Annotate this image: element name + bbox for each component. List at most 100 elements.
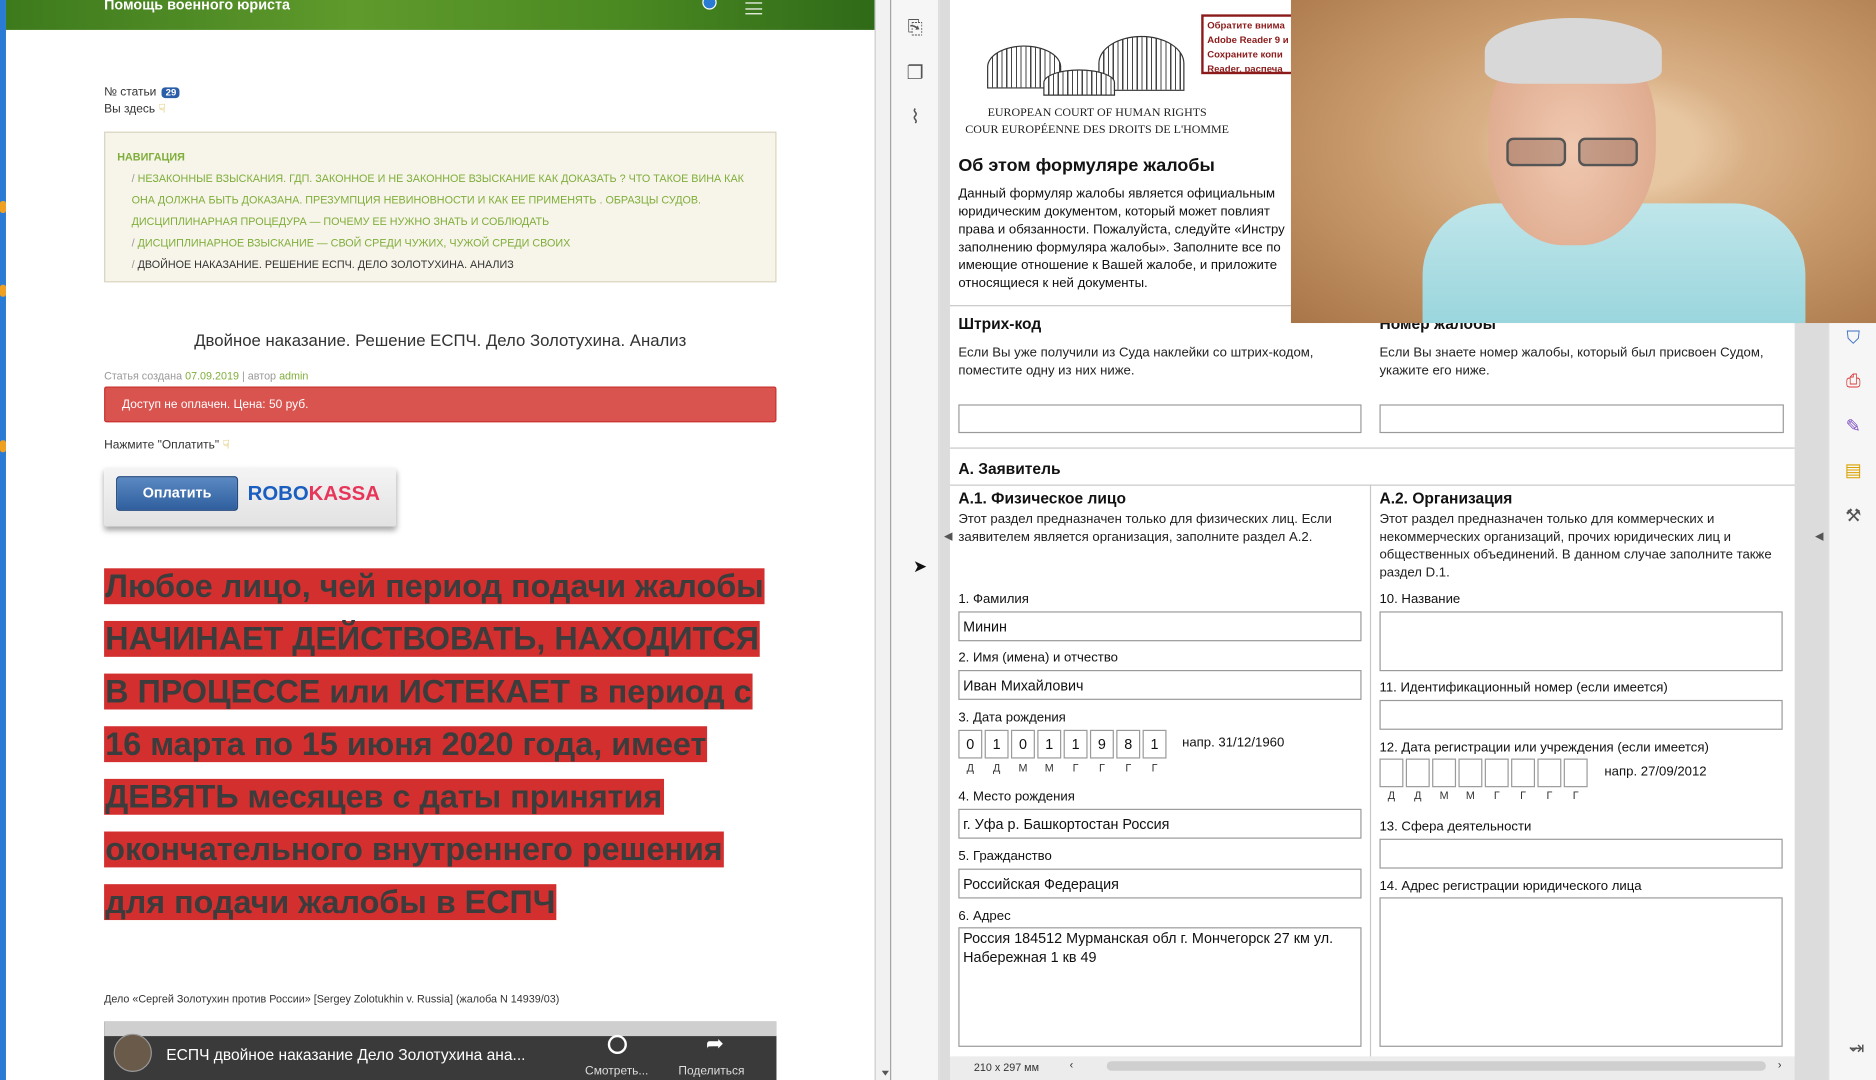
date-digit-box[interactable] — [1405, 758, 1430, 788]
breadcrumb-title: Навигация — [117, 150, 185, 163]
activity-label: 13. Сфера деятельности — [1379, 819, 1532, 834]
date-letter: Г — [1572, 789, 1579, 802]
date-letter: Г — [1125, 762, 1132, 775]
channel-avatar[interactable] — [113, 1033, 152, 1072]
barcode-field[interactable] — [958, 404, 1362, 434]
date-digit-box[interactable] — [1432, 758, 1457, 788]
date-digit-box[interactable]: 1 — [1063, 729, 1088, 759]
date-digit-box[interactable] — [1511, 758, 1536, 788]
page-size: 210 x 297 мм — [973, 1061, 1040, 1074]
you-are-here-label: Вы здесь — [104, 102, 156, 117]
video-title[interactable]: ЕСПЧ двойное наказание Дело Золотухина а… — [166, 1046, 525, 1064]
surname-label: 1. Фамилия — [958, 592, 1029, 607]
org-id-label: 11. Идентификационный номер (если имеетс… — [1379, 680, 1668, 696]
author-link[interactable]: admin — [279, 370, 308, 382]
org-name-label: 10. Название — [1379, 592, 1461, 607]
activity-field[interactable] — [1379, 838, 1783, 869]
a2-help: Этот раздел предназначен только для комм… — [1379, 512, 1772, 581]
date-letter: Д — [992, 762, 1001, 775]
org-address-label: 14. Адрес регистрации юридического лица — [1379, 879, 1642, 894]
payment-alert: Доступ не оплачен. Цена: 50 руб. — [104, 386, 777, 423]
share-icon[interactable]: ➦ — [706, 1031, 724, 1056]
date-letter: М — [1439, 789, 1449, 802]
menu-icon[interactable] — [745, 2, 763, 15]
attachment-icon[interactable]: ⌇ — [905, 108, 927, 130]
date-digit-box[interactable]: 1 — [984, 729, 1009, 759]
share-label[interactable]: Поделиться — [678, 1065, 744, 1078]
date-letter: Д — [1387, 789, 1396, 802]
org-address-field[interactable] — [1379, 897, 1783, 1047]
article-number: № статьи 29 — [104, 86, 180, 99]
site-title[interactable]: Помощь военного юриста — [104, 0, 290, 13]
birth-place-field[interactable]: г. Уфа р. Башкортостан Россия — [958, 808, 1362, 839]
collapse-right-icon[interactable]: ◀ — [1815, 530, 1823, 543]
application-number-field[interactable] — [1379, 404, 1784, 434]
citizenship-field[interactable]: Российская Федерация — [958, 868, 1362, 899]
highlighted-notice: Любое лицо, чей период подачи жалобы НАЧ… — [104, 568, 765, 921]
date-digit-box[interactable]: 0 — [958, 729, 983, 759]
date-digit-box[interactable] — [1537, 758, 1562, 788]
address-label: 6. Адрес — [958, 909, 1011, 924]
breadcrumb: Навигация / Незаконные взыскания. ГДП. З… — [104, 131, 777, 283]
scroll-right-icon[interactable]: › — [1778, 1059, 1782, 1071]
article-title: Двойное наказание. Решение ЕСПЧ. Дело Зо… — [194, 330, 687, 350]
date-letter: Д — [1414, 789, 1422, 802]
date-digit-box[interactable] — [1563, 758, 1588, 788]
birth-date-example: напр. 31/12/1960 — [1182, 735, 1285, 751]
site-header: Помощь военного юриста — [5, 0, 875, 30]
about-text: Данный формуляр жалобы является официаль… — [958, 186, 1285, 291]
watch-later-label[interactable]: Смотреть... — [585, 1065, 648, 1078]
breadcrumb-item[interactable]: / Незаконные взыскания. ГДП. Законное и … — [117, 168, 763, 233]
date-digit-box[interactable]: 1 — [1037, 729, 1062, 759]
application-number-help: Если Вы знаете номер жалобы, который был… — [1379, 345, 1764, 379]
expand-panel-icon[interactable]: ⇥ — [1846, 1039, 1868, 1061]
first-name-field[interactable]: Иван Михайлович — [958, 670, 1362, 700]
video-player[interactable]: ЕСПЧ двойное наказание Дело Золотухина а… — [104, 1021, 777, 1080]
scroll-left-icon[interactable]: ‹ — [1070, 1059, 1074, 1071]
court-name: EUROPEAN COURT OF HUMAN RIGHTS COUR EURO… — [965, 106, 1229, 137]
date-letter: Г — [1520, 789, 1526, 802]
date-digit-box[interactable]: 8 — [1116, 729, 1141, 759]
date-digit-box[interactable] — [1379, 758, 1404, 788]
date-letter: Г — [1098, 762, 1105, 775]
article-number-badge: 29 — [162, 87, 180, 99]
watch-later-icon[interactable] — [607, 1034, 627, 1055]
webcam-overlay — [1290, 0, 1876, 324]
window-scrollbar[interactable] — [874, 0, 892, 1080]
section-a-title: А. Заявитель — [958, 459, 1061, 478]
shield-icon[interactable]: ⛉ — [1843, 328, 1865, 350]
collapse-left-icon[interactable]: ◀ — [944, 530, 952, 543]
fill-sign-icon[interactable]: ✎ — [1843, 416, 1865, 438]
date-digit-box[interactable]: 0 — [1010, 729, 1035, 759]
surname-field[interactable]: Минин — [958, 611, 1362, 642]
address-field[interactable]: Россия 184512 Мурманская обл г. Мончегор… — [958, 927, 1362, 1047]
pay-button[interactable]: Оплатить — [116, 476, 239, 511]
edit-pdf-icon[interactable]: ▤ — [1843, 461, 1865, 483]
citizenship-label: 5. Гражданство — [958, 849, 1052, 864]
birth-date-label: 3. Дата рождения — [958, 710, 1066, 726]
copy-pages-icon[interactable]: ❐ — [905, 63, 927, 85]
barcode-help: Если Вы уже получили из Суда наклейки со… — [958, 345, 1314, 379]
date-letter: Г — [1151, 762, 1158, 775]
date-letter: Д — [966, 762, 974, 775]
date-digit-box[interactable]: 1 — [1142, 729, 1167, 759]
date-digit-box[interactable]: 9 — [1089, 729, 1114, 759]
robokassa-widget: Оплатить ROBOKASSA — [104, 467, 397, 527]
a1-title: А.1. Физическое лицо — [958, 489, 1127, 508]
date-digit-box[interactable] — [1484, 758, 1509, 788]
user-icon[interactable] — [702, 0, 717, 10]
first-name-label: 2. Имя (имена) и отчество — [958, 650, 1119, 666]
date-letter: Г — [1072, 762, 1079, 775]
org-name-field[interactable] — [1379, 611, 1783, 672]
org-id-field[interactable] — [1379, 699, 1783, 730]
export-pdf-icon[interactable]: ⎙ — [1843, 371, 1865, 393]
article-number-label: № статьи — [104, 86, 157, 100]
page-thumbnails-icon[interactable]: ⎘ — [905, 18, 927, 40]
date-digit-box[interactable] — [1458, 758, 1483, 788]
horizontal-scrollbar[interactable] — [1106, 1061, 1766, 1071]
created-date-link[interactable]: 07.09.2019 — [185, 370, 239, 382]
breadcrumb-item[interactable]: / Дисциплинарное взыскание — свой среди … — [117, 232, 763, 254]
mouse-cursor: ➤ — [912, 556, 927, 576]
tools-icon[interactable]: ⚒ — [1843, 506, 1865, 528]
a1-help: Этот раздел предназначен только для физи… — [958, 512, 1332, 545]
